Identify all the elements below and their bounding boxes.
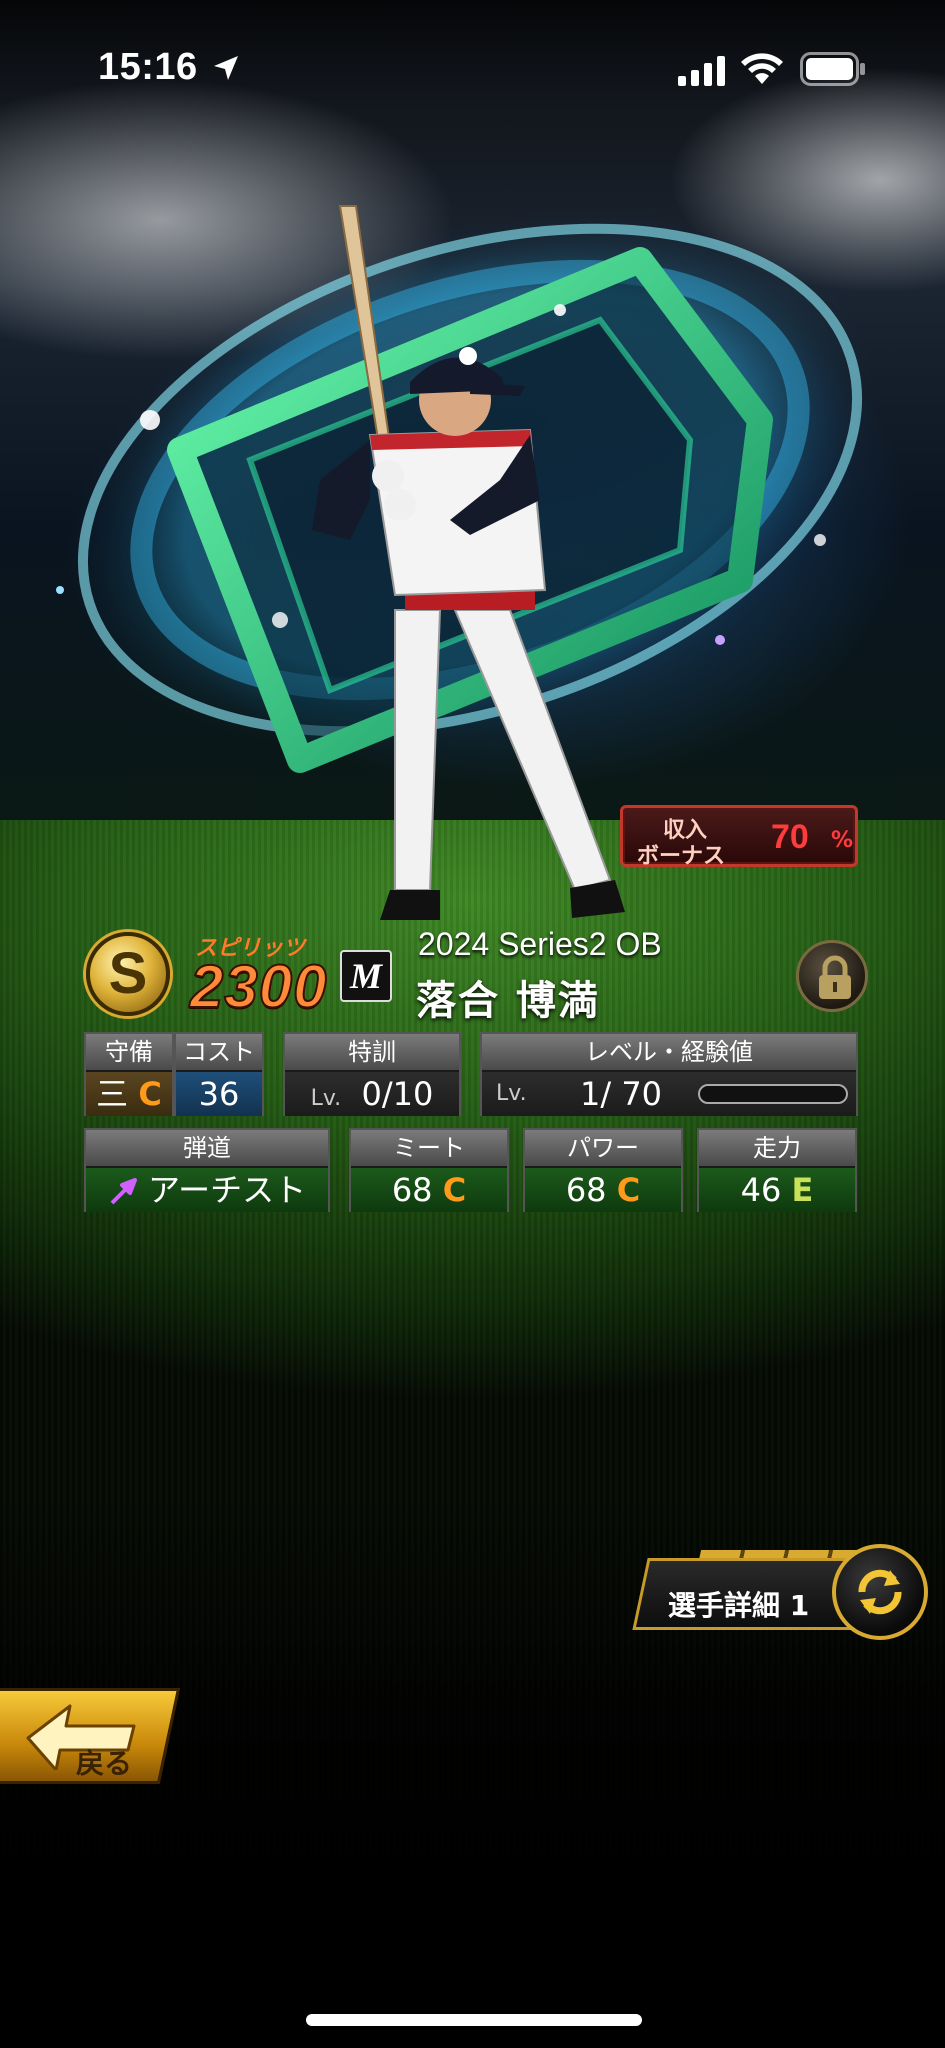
trajectory-header: 弾道	[86, 1130, 328, 1166]
status-bar: 15:16	[0, 0, 945, 140]
lock-button[interactable]	[796, 940, 868, 1012]
trajectory-value-cell: アーチスト	[86, 1168, 328, 1212]
cost-value: 36	[176, 1072, 262, 1116]
power-header: パワー	[525, 1130, 681, 1166]
speed-header: 走力	[699, 1130, 855, 1166]
position-value: 三	[96, 1075, 129, 1113]
meet-header: ミート	[351, 1130, 507, 1166]
speed-value: 46	[740, 1171, 782, 1209]
position-grade: C	[138, 1075, 162, 1113]
level-exp-header: レベル・経験値	[482, 1034, 856, 1070]
swap-arrows-icon[interactable]	[832, 1544, 928, 1640]
series-label: 2024 Series2 OB	[418, 926, 662, 962]
training-header: 特訓	[285, 1034, 459, 1070]
training-value: 0/10	[361, 1075, 434, 1113]
meet-grade: C	[442, 1171, 467, 1209]
player-card-artwork	[56, 205, 877, 920]
trajectory-arrow-icon	[110, 1178, 137, 1205]
power-panel: パワー 68 C	[523, 1128, 683, 1212]
power-value: 68	[565, 1171, 607, 1209]
speed-grade: E	[791, 1171, 814, 1209]
bonus-value: 70	[771, 818, 809, 856]
location-arrow-icon	[214, 56, 238, 80]
wifi-icon	[741, 53, 783, 84]
back-label[interactable]: 戻る	[76, 1742, 132, 1782]
training-lv-prefix: Lv.	[310, 1086, 342, 1111]
bonus-percent-unit: %	[831, 828, 854, 853]
position-value-cell: 三 C	[86, 1072, 172, 1116]
income-bonus-badge: 収入 ボーナス 70 %	[620, 805, 858, 869]
home-indicator[interactable]	[306, 2014, 642, 2026]
level-value-cell: Lv. 1/ 70	[482, 1072, 856, 1116]
position-header: 守備	[86, 1034, 172, 1070]
meet-panel: ミート 68 C	[349, 1128, 509, 1212]
experience-bar	[698, 1084, 848, 1104]
training-value-cell: Lv. 0/10	[285, 1072, 459, 1116]
team-logo-icon: M	[340, 950, 392, 1002]
power-grade: C	[616, 1171, 641, 1209]
meet-value-cell: 68 C	[351, 1168, 507, 1212]
speed-panel: 走力 46 E	[697, 1128, 857, 1212]
cost-panel: コスト 36	[174, 1032, 264, 1116]
bonus-label-line2: ボーナス	[637, 844, 726, 869]
position-panel: 守備 三 C	[84, 1032, 174, 1116]
player-name: 落合 博満	[416, 978, 600, 1024]
power-value-cell: 68 C	[525, 1168, 681, 1212]
meet-value: 68	[391, 1171, 433, 1209]
level-exp-panel: レベル・経験値 Lv. 1/ 70	[480, 1032, 858, 1116]
trajectory-value: アーチスト	[148, 1171, 307, 1209]
refresh-icon	[858, 1569, 902, 1615]
level-value: 1/ 70	[580, 1075, 663, 1113]
signal-icon	[678, 56, 725, 86]
spirits-icon: S	[86, 932, 170, 1016]
trajectory-panel: 弾道 アーチスト	[84, 1128, 330, 1212]
padlock-icon	[819, 955, 851, 999]
battery-icon	[800, 52, 865, 86]
level-lv-prefix: Lv.	[496, 1081, 527, 1106]
player-detail-label[interactable]: 選手詳細 1	[668, 1584, 809, 1624]
cost-header: コスト	[176, 1034, 262, 1070]
speed-value-cell: 46 E	[699, 1168, 855, 1212]
training-panel: 特訓 Lv. 0/10	[283, 1032, 461, 1116]
spirits-value: 2300	[189, 952, 328, 1021]
status-time: 15:16	[98, 46, 198, 88]
